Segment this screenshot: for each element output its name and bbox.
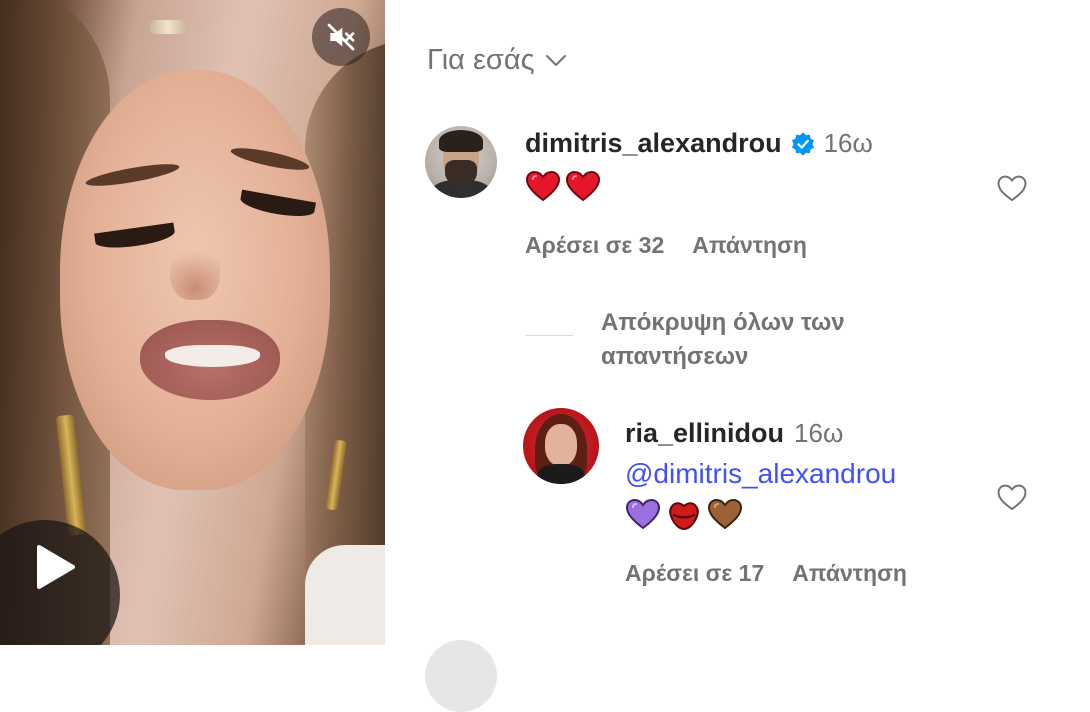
likes-count[interactable]: Αρέσει σε 32 — [525, 232, 664, 259]
video-frame-hairclip — [150, 20, 186, 34]
avatar-body — [537, 464, 585, 484]
reply-username[interactable]: ria_ellinidou — [625, 418, 784, 449]
reply-button[interactable]: Απάντηση — [692, 232, 807, 259]
reply-text — [625, 498, 743, 532]
avatar-hair — [439, 130, 483, 152]
comment-header: dimitris_alexandrou 16ω — [525, 128, 873, 159]
video-player[interactable] — [0, 0, 385, 645]
mute-button[interactable] — [312, 8, 370, 66]
speaker-muted-icon — [327, 23, 355, 51]
comment-text — [525, 170, 601, 202]
reply-time: 16ω — [794, 418, 844, 448]
replies-divider — [525, 335, 573, 336]
heart-outline-icon[interactable] — [995, 480, 1029, 514]
red-heart-emoji-icon — [525, 170, 561, 202]
likes-count[interactable]: Αρέσει σε 17 — [625, 560, 764, 587]
play-icon — [37, 545, 75, 589]
video-frame-teeth — [165, 345, 260, 367]
verified-badge-icon — [791, 131, 814, 156]
reply-header: ria_ellinidou 16ω — [625, 418, 843, 449]
video-frame-nose — [170, 240, 220, 300]
avatar[interactable] — [425, 640, 497, 712]
comment-username[interactable]: dimitris_alexandrou — [525, 128, 782, 159]
avatar[interactable] — [523, 408, 599, 484]
comment-actions: Αρέσει σε 32 Απάντηση — [525, 232, 807, 259]
avatar-face — [545, 424, 577, 466]
comments-panel: Για εσάς dimitris_alexandrou 16ω Αρέσει … — [385, 0, 1090, 712]
red-heart-emoji-icon — [565, 170, 601, 202]
heart-outline-icon[interactable] — [995, 171, 1029, 205]
chevron-down-icon — [545, 54, 566, 66]
mention-link[interactable]: @dimitris_alexandrou — [625, 458, 896, 490]
reply-actions: Αρέσει σε 17 Απάντηση — [625, 560, 907, 587]
purple-heart-emoji-icon — [625, 498, 661, 530]
hide-replies-button[interactable]: Απόκρυψη όλων των απαντήσεων — [601, 306, 901, 374]
avatar-beard — [445, 160, 477, 186]
reply-button[interactable]: Απάντηση — [792, 560, 907, 587]
comments-filter-dropdown[interactable]: Για εσάς — [427, 44, 567, 77]
avatar[interactable] — [425, 126, 497, 198]
kiss-mark-emoji-icon — [669, 502, 699, 531]
filter-label: Για εσάς — [427, 44, 535, 76]
video-frame-shirt — [305, 545, 385, 645]
comment-time: 16ω — [823, 128, 873, 158]
brown-heart-emoji-icon — [707, 498, 743, 530]
